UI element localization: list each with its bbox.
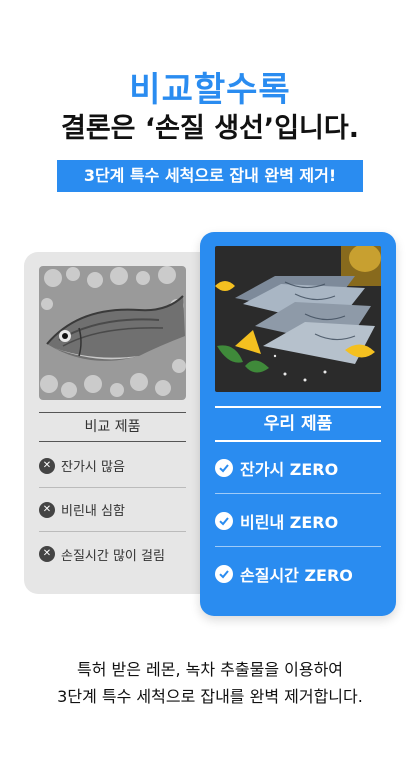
x-circle-icon: ✕ bbox=[39, 457, 55, 474]
footer-line-1: 특허 받은 레몬, 녹차 추출물을 이용하여 bbox=[76, 660, 344, 679]
competitor-title: 비교 제품 bbox=[39, 412, 186, 442]
competitor-item: ✕ 잔가시 많음 bbox=[39, 444, 186, 488]
check-circle-icon bbox=[215, 458, 233, 477]
x-circle-icon: ✕ bbox=[39, 546, 55, 562]
competitor-item-label: 잔가시 많음 bbox=[61, 460, 125, 475]
footer-line-2: 3단계 특수 세척으로 잡내를 완벽 제거합니다. bbox=[57, 687, 363, 706]
competitor-item-label: 손질시간 많이 걸림 bbox=[61, 548, 165, 564]
footer-description: 특허 받은 레몬, 녹차 추출물을 이용하여 3단계 특수 세척으로 잡내를 완… bbox=[0, 656, 420, 710]
our-product-item-label: 잔가시 ZERO bbox=[240, 459, 339, 479]
fillet-fish-image bbox=[215, 246, 381, 392]
competitor-item: ✕ 비린내 심함 bbox=[39, 488, 186, 532]
headline-main: 결론은 ‘손질 생선’입니다. bbox=[61, 113, 359, 144]
whole-fish-on-ice-image bbox=[39, 266, 186, 400]
feature-banner: 3단계 특수 세척으로 잡내 완벽 제거! bbox=[57, 160, 363, 192]
x-circle-icon: ✕ bbox=[39, 501, 55, 518]
competitor-item: ✕ 손질시간 많이 걸림 bbox=[39, 532, 186, 576]
competitor-item-label: 비린내 심함 bbox=[61, 504, 125, 519]
check-circle-icon bbox=[215, 565, 233, 583]
our-fish-photo bbox=[215, 246, 381, 392]
check-circle-icon bbox=[215, 511, 233, 530]
our-product-item-label: 비린내 ZERO bbox=[240, 512, 339, 532]
our-product-item: 잔가시 ZERO bbox=[215, 442, 381, 494]
competitor-fish-photo bbox=[39, 266, 186, 400]
our-product-item: 손질시간 ZERO bbox=[215, 548, 381, 600]
our-product-item-label: 손질시간 ZERO bbox=[240, 566, 353, 585]
headline-highlight: 비교할수록 bbox=[129, 70, 291, 110]
our-product-title: 우리 제품 bbox=[215, 406, 381, 442]
our-product-item: 비린내 ZERO bbox=[215, 495, 381, 547]
